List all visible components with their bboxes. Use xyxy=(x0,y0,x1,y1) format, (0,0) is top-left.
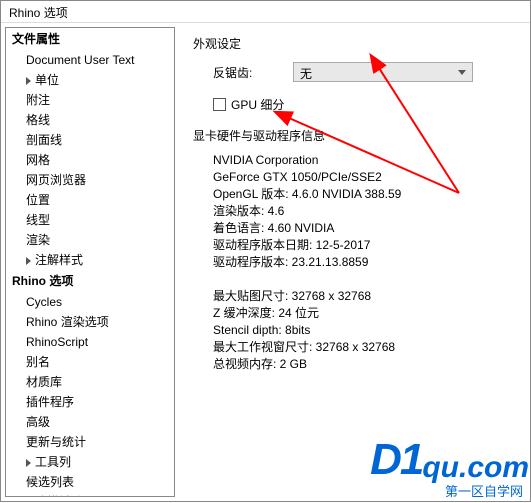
info-line xyxy=(213,271,526,288)
tree-item[interactable]: 建模辅助 xyxy=(6,492,174,496)
tree-item[interactable]: 高级 xyxy=(6,412,174,432)
tree-item[interactable]: 格线 xyxy=(6,110,174,130)
tree-item[interactable]: 渲染 xyxy=(6,230,174,250)
info-line: OpenGL 版本: 4.6.0 NVIDIA 388.59 xyxy=(213,186,526,203)
appearance-label: 外观设定 xyxy=(193,35,526,52)
tree-item[interactable]: RhinoScript xyxy=(6,332,174,352)
tree-item[interactable]: 单位 xyxy=(6,70,174,90)
info-line: Stencil dipth: 8bits xyxy=(213,322,526,339)
info-line: 最大贴图尺寸: 32768 x 32768 xyxy=(213,288,526,305)
tree-item[interactable]: Rhino 渲染选项 xyxy=(6,312,174,332)
tree-item[interactable]: 工具列 xyxy=(6,452,174,472)
gpu-tess-row[interactable]: GPU 细分 xyxy=(213,96,526,113)
tree-item[interactable]: 位置 xyxy=(6,190,174,210)
tree-item[interactable]: 更新与统计 xyxy=(6,432,174,452)
antialias-label: 反锯齿: xyxy=(213,64,293,81)
tree-scroll[interactable]: 文件属性 Document User Text 单位 附注 格线 剖面线 网格 … xyxy=(6,28,174,496)
tree-item[interactable]: 剖面线 xyxy=(6,130,174,150)
antialias-dropdown[interactable]: 无 xyxy=(293,62,473,82)
tree-item[interactable]: 插件程序 xyxy=(6,392,174,412)
tree-item[interactable]: 候选列表 xyxy=(6,472,174,492)
tree-section-rhino-opts[interactable]: Rhino 选项 xyxy=(6,270,174,292)
info-line: 驱动程序版本日期: 12-5-2017 xyxy=(213,237,526,254)
gpu-info-label: 显卡硬件与驱动程序信息 xyxy=(193,127,526,144)
info-line: NVIDIA Corporation xyxy=(213,152,526,169)
watermark-brand: D1 xyxy=(370,435,422,485)
content-area: 文件属性 Document User Text 单位 附注 格线 剖面线 网格 … xyxy=(1,23,530,501)
watermark: D1qu.com 第一区自学网 xyxy=(370,435,529,500)
tree-item[interactable]: Document User Text xyxy=(6,50,174,70)
tree-item[interactable]: 网格 xyxy=(6,150,174,170)
antialias-row: 反锯齿: 无 xyxy=(213,62,526,82)
window-title: Rhino 选项 xyxy=(1,1,530,23)
info-line: 总视频内存: 2 GB xyxy=(213,356,526,373)
info-line: 驱动程序版本: 23.21.13.8859 xyxy=(213,254,526,271)
tree-item[interactable]: 注解样式 xyxy=(6,250,174,270)
tree-item[interactable]: 材质库 xyxy=(6,372,174,392)
gpu-tess-checkbox[interactable] xyxy=(213,98,226,111)
info-line: 着色语言: 4.60 NVIDIA xyxy=(213,220,526,237)
tree-item[interactable]: 别名 xyxy=(6,352,174,372)
info-line: GeForce GTX 1050/PCIe/SSE2 xyxy=(213,169,526,186)
info-line: Z 缓冲深度: 24 位元 xyxy=(213,305,526,322)
settings-panel: 外观设定 反锯齿: 无 GPU 细分 显卡硬件与驱动程序信息 NVIDIA Co… xyxy=(179,23,530,501)
tree-item[interactable]: 附注 xyxy=(6,90,174,110)
tree-item[interactable]: 网页浏览器 xyxy=(6,170,174,190)
watermark-domain: qu.com xyxy=(422,451,529,485)
info-line: 渲染版本: 4.6 xyxy=(213,203,526,220)
gpu-info-block: NVIDIA Corporation GeForce GTX 1050/PCIe… xyxy=(213,152,526,373)
tree-item[interactable]: 线型 xyxy=(6,210,174,230)
gpu-tess-label: GPU 细分 xyxy=(231,96,284,113)
tree-item[interactable]: Cycles xyxy=(6,292,174,312)
tree-section-file-props[interactable]: 文件属性 xyxy=(6,28,174,50)
info-line: 最大工作视窗尺寸: 32768 x 32768 xyxy=(213,339,526,356)
options-window: Rhino 选项 文件属性 Document User Text 单位 附注 格… xyxy=(0,0,531,502)
tree-panel: 文件属性 Document User Text 单位 附注 格线 剖面线 网格 … xyxy=(5,27,175,497)
